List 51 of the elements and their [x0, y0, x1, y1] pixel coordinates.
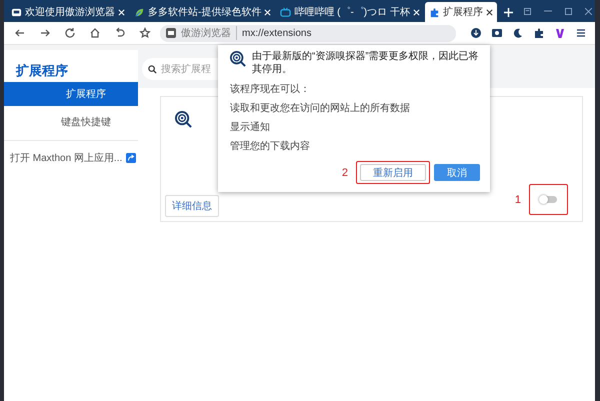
tv-icon — [280, 6, 292, 18]
puzzle-icon — [428, 6, 440, 18]
reload-icon[interactable] — [64, 27, 76, 39]
puzzle-icon[interactable] — [533, 27, 545, 39]
browser-tab[interactable]: 扩展程序 — [424, 2, 497, 22]
undo-icon[interactable] — [114, 27, 126, 39]
dialog-message: 由于最新版的“资源嗅探器”需要更多权限，因此已将其停用。 — [252, 50, 480, 76]
sidebar-item[interactable]: 键盘快捷键 — [4, 110, 138, 134]
browser-tab[interactable]: 欢迎使用傲游浏览器 — [7, 2, 129, 22]
moon-icon[interactable] — [512, 27, 524, 39]
back-icon[interactable] — [14, 27, 26, 39]
annotation-number: 2 — [342, 166, 348, 178]
page-title: 扩展程序 — [14, 62, 69, 80]
download-icon[interactable] — [470, 27, 482, 39]
permission-text: 管理您的下载内容 — [230, 140, 311, 153]
forward-icon[interactable] — [39, 27, 51, 39]
camera-icon[interactable] — [491, 27, 503, 39]
eye-icon — [230, 51, 246, 67]
details-button[interactable]: 详细信息 — [165, 195, 219, 217]
browser-tab[interactable]: 哔哩哔哩 (゜-゜)つロ 干杯 — [276, 2, 424, 22]
close-icon[interactable] — [486, 8, 493, 16]
tab-title: 欢迎使用傲游浏览器 — [25, 6, 115, 19]
permission-text: 显示通知 — [230, 120, 271, 134]
home-icon[interactable] — [89, 27, 101, 39]
maximize-icon[interactable] — [565, 8, 572, 14]
browser-tab[interactable]: 多多软件站-提供绿色软件 — [130, 2, 276, 22]
tab-title: 多多软件站-提供绿色软件 — [148, 6, 262, 19]
store-link[interactable]: 打开 Maxthon 网上应用... — [10, 151, 122, 165]
address-bar[interactable]: 傲游浏览器 mx://extensions — [160, 24, 456, 42]
url-text: mx://extensions — [242, 28, 312, 38]
site-label: 傲游浏览器 — [181, 26, 237, 40]
enable-toggle[interactable] — [540, 196, 556, 203]
minimize-icon[interactable] — [544, 10, 552, 12]
leaf-icon — [134, 6, 145, 18]
tab-title: 哔哩哔哩 (゜-゜)つロ 干杯 — [294, 6, 410, 19]
menu-icon[interactable] — [575, 27, 587, 39]
sidebar-item[interactable]: 扩展程序 — [4, 82, 138, 106]
star-icon[interactable] — [139, 27, 151, 39]
permission-text: 读取和更改您在访问的网站上的所有数据 — [230, 102, 411, 115]
dialog-subtitle: 该程序现在可以： — [230, 82, 311, 96]
window-icon[interactable] — [524, 8, 531, 14]
external-link-icon[interactable] — [126, 153, 136, 163]
annotation-number: 1 — [514, 194, 521, 206]
reenable-button[interactable]: 重新启用 — [360, 164, 426, 181]
search-icon — [148, 64, 157, 74]
v-icon[interactable] — [554, 27, 566, 39]
screen-icon — [11, 6, 22, 18]
tab-title: 扩展程序 — [442, 6, 483, 19]
eye-icon — [175, 111, 192, 128]
new-tab-icon[interactable] — [504, 8, 513, 17]
browser-icon — [166, 28, 176, 38]
